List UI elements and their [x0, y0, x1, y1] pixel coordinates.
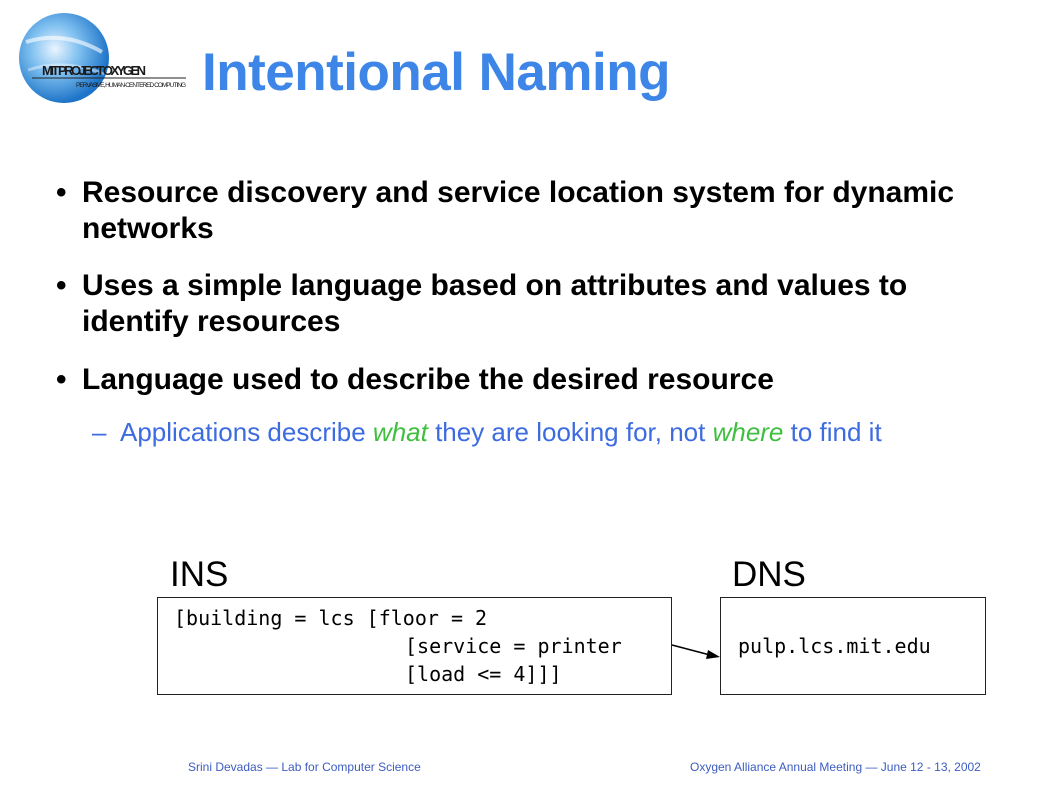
emphasis-where: where: [712, 417, 784, 447]
dns-label: DNS: [732, 555, 806, 594]
bullet-marker: •: [56, 176, 67, 209]
bullet-3: • Language used to describe the desired …: [56, 362, 996, 398]
sub-text-part: to find it: [783, 417, 882, 447]
footer-author: Srini Devadas — Lab for Computer Science: [188, 760, 421, 774]
sub-bullet-text: Applications describe what they are look…: [120, 416, 982, 448]
bullet-1: • Resource discovery and service locatio…: [56, 175, 996, 247]
dns-result-box: pulp.lcs.mit.edu: [720, 597, 986, 695]
footer-event: Oxygen Alliance Annual Meeting — June 12…: [690, 760, 981, 774]
sub-bullet-marker: –: [92, 417, 107, 447]
bullet-marker: •: [56, 363, 67, 396]
emphasis-what: what: [372, 417, 428, 447]
logo-main-text: MIT PROJECT OXYGEN: [42, 63, 146, 78]
sub-text-part: they are looking for, not: [427, 417, 713, 447]
mit-project-oxygen-logo: MIT PROJECT OXYGEN PERVASIVE, HUMAN-CENT…: [19, 13, 186, 103]
bullet-marker: •: [56, 269, 67, 302]
ins-line-3: [load <= 4]]]: [405, 662, 562, 686]
sub-text-part: Applications describe: [120, 417, 373, 447]
bullet-text: Uses a simple language based on attribut…: [82, 269, 908, 338]
ins-query-box: [building = lcs [floor = 2 [service = pr…: [157, 597, 672, 695]
ins-line-2: [service = printer: [405, 634, 622, 658]
bullet-2: • Uses a simple language based on attrib…: [56, 268, 996, 340]
ins-line-1: [building = lcs [floor = 2: [174, 606, 488, 630]
bullet-text: Language used to describe the desired re…: [82, 363, 774, 396]
ins-label: INS: [170, 555, 229, 594]
bullet-text: Resource discovery and service location …: [82, 176, 955, 245]
slide-title: Intentional Naming: [202, 43, 671, 102]
sub-bullet: – Applications describe what they are lo…: [92, 416, 982, 448]
dns-value: pulp.lcs.mit.edu: [738, 634, 931, 658]
logo-sub-text: PERVASIVE, HUMAN-CENTERED COMPUTING: [76, 82, 186, 89]
